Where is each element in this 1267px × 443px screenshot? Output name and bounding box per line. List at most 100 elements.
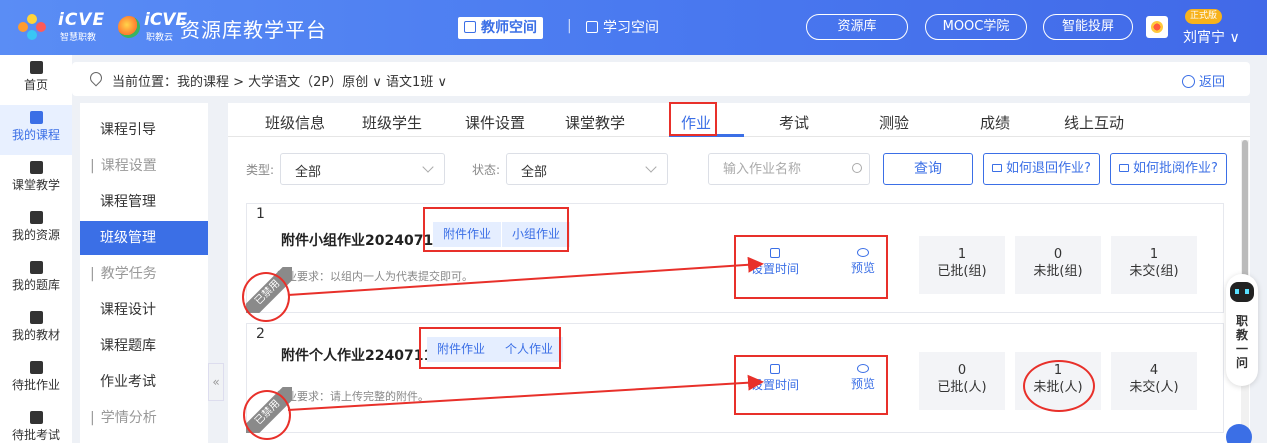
stat-label: 已批(组) [937,264,987,279]
study-space-icon [586,21,598,33]
search-icon[interactable] [852,163,862,173]
assistant-widget[interactable]: 职教一问 [1226,274,1258,386]
how-to-return-homework-button[interactable]: 如何退回作业? [983,153,1100,185]
location-icon [87,69,105,87]
help-label: 如何批阅作业? [1133,161,1218,176]
rail-item-home[interactable]: 首页 [0,55,72,105]
assignment-requirement: 作业要求：请上传完整的附件。 [275,390,429,403]
stat-ungraded[interactable]: 0 未批(组) [1015,236,1101,294]
official-version-badge: 正式版 [1185,9,1223,24]
user-menu[interactable]: 刘宵宁 ∨ [1183,27,1240,47]
tab-online-interaction[interactable]: 线上互动 [1064,112,1124,133]
stat-label: 未交(组) [1129,264,1179,279]
play-icon [29,161,43,174]
scrollbar-thumb[interactable] [1242,140,1248,290]
app-switch-icon[interactable] [1146,16,1168,38]
space-separator: | [567,18,572,34]
rail-item-classroom[interactable]: 课堂教学 [0,155,72,205]
annotation-operations-box [734,235,888,299]
stat-value: 4 [1149,363,1159,378]
zjy-logo-mark [118,16,140,38]
breadcrumb-text[interactable]: 当前位置：我的课程 > 大学语文（2P）原创 ∨ 语文1班 ∨ [112,71,447,90]
annotation-ungraded-circle [1023,360,1095,412]
chevron-down-icon [645,161,657,173]
zjy-logo-subtext: 职教云 [146,33,174,43]
tab-class-students[interactable]: 班级学生 [362,112,422,133]
stat-graded[interactable]: 0 已批(人) [919,352,1005,410]
rail-item-label: 课堂教学 [11,178,60,192]
stat-label: 未交(人) [1129,380,1179,395]
stat-value: 1 [1149,247,1159,262]
course-nav-course-manage[interactable]: 课程管理 [80,185,208,219]
course-sidebar: 课程引导 课程设置 课程管理 班级管理 教学任务 课程设计 课程题库 作业考试 … [80,103,208,443]
study-space-button[interactable]: 学习空间 [580,17,665,39]
type-select[interactable]: 全部 [280,153,445,185]
annotation-homework-tab-box [669,102,717,136]
stat-label: 已批(人) [937,380,987,395]
book-icon [29,111,43,124]
smart-cast-button[interactable]: 智能投屏 [1043,14,1133,40]
question-bank-icon [29,261,43,274]
stat-unsubmitted[interactable]: 4 未交(人) [1111,352,1197,410]
rail-item-my-courses[interactable]: 我的课程 [0,105,72,155]
tab-exam[interactable]: 考试 [779,112,809,133]
rail-item-label: 首页 [23,78,48,92]
help-label: 如何退回作业? [1006,161,1091,176]
tab-class-info[interactable]: 班级信息 [265,112,325,133]
assignment-requirement: 作业要求：以组内一人为代表提交即可。 [275,270,473,283]
left-rail: 首页 我的课程 课堂教学 我的资源 我的题库 我的教材 待批作业 待批考试 [0,55,72,443]
breadcrumb: 当前位置：我的课程 > 大学语文（2P）原创 ∨ 语文1班 ∨ 返回 [72,62,1250,96]
course-nav-guide[interactable]: 课程引导 [80,113,208,147]
stat-unsubmitted[interactable]: 1 未交(组) [1111,236,1197,294]
icve-logo-mark [18,14,54,42]
stat-label: 未批(组) [1033,264,1083,279]
type-select-value: 全部 [295,165,322,180]
chevron-down-icon [422,161,434,173]
tab-grades[interactable]: 成绩 [980,112,1010,133]
icve-logo[interactable]: iCVE 智慧职教 [18,10,118,44]
stat-graded[interactable]: 1 已批(组) [919,236,1005,294]
help-float-icon[interactable] [1226,424,1252,443]
rail-item-my-resources[interactable]: 我的资源 [0,205,72,255]
stat-value: 0 [957,363,967,378]
study-space-label: 学习空间 [603,20,659,36]
zjy-logo[interactable]: iCVE 职教云 [118,10,187,44]
resource-icon [29,211,43,224]
back-icon [1182,75,1195,88]
course-nav-course-design[interactable]: 课程设计 [80,293,208,327]
query-button[interactable]: 查询 [883,153,973,185]
rail-item-question-bank[interactable]: 我的题库 [0,255,72,305]
rail-item-pending-homework[interactable]: 待批作业 [0,355,72,405]
teacher-space-button[interactable]: 教师空间 [458,17,543,39]
tab-courseware-settings[interactable]: 课件设置 [465,112,525,133]
homework-icon [29,361,43,374]
rail-item-textbooks[interactable]: 我的教材 [0,305,72,355]
stat-value: 0 [1053,247,1063,262]
course-nav-group-analysis: 学情分析 [80,401,208,435]
resource-library-button[interactable]: 资源库 [806,14,908,40]
textbook-icon [29,311,43,324]
rail-item-pending-exams[interactable]: 待批考试 [0,405,72,443]
back-link[interactable]: 返回 [1182,71,1225,90]
rail-item-label: 我的课程 [11,128,60,142]
homework-search-input[interactable] [708,153,870,185]
sidebar-collapse-button[interactable]: « [208,363,224,401]
status-select[interactable]: 全部 [506,153,668,185]
course-nav-homework-exam[interactable]: 作业考试 [80,365,208,399]
mooc-college-button[interactable]: MOOC学院 [925,14,1027,40]
tab-quiz[interactable]: 测验 [879,112,909,133]
assistant-label: 职教一问 [1235,314,1248,370]
rail-item-label: 我的题库 [11,278,60,292]
robot-icon [1230,282,1254,302]
tab-classroom-teaching[interactable]: 课堂教学 [565,112,625,133]
assignment-name[interactable]: 附件小组作业20240711 [281,230,443,250]
video-icon [992,164,1002,172]
annotation-disabled-circle [242,272,290,322]
course-nav-question-bank[interactable]: 课程题库 [80,329,208,363]
how-to-grade-homework-button[interactable]: 如何批阅作业? [1110,153,1227,185]
assignment-name[interactable]: 附件个人作业2240711 [281,345,433,365]
course-nav-class-manage[interactable]: 班级管理 [80,221,208,255]
app-title: 资源库教学平台 [180,18,327,42]
rail-item-label: 待批作业 [11,378,60,392]
stat-value: 1 [957,247,967,262]
